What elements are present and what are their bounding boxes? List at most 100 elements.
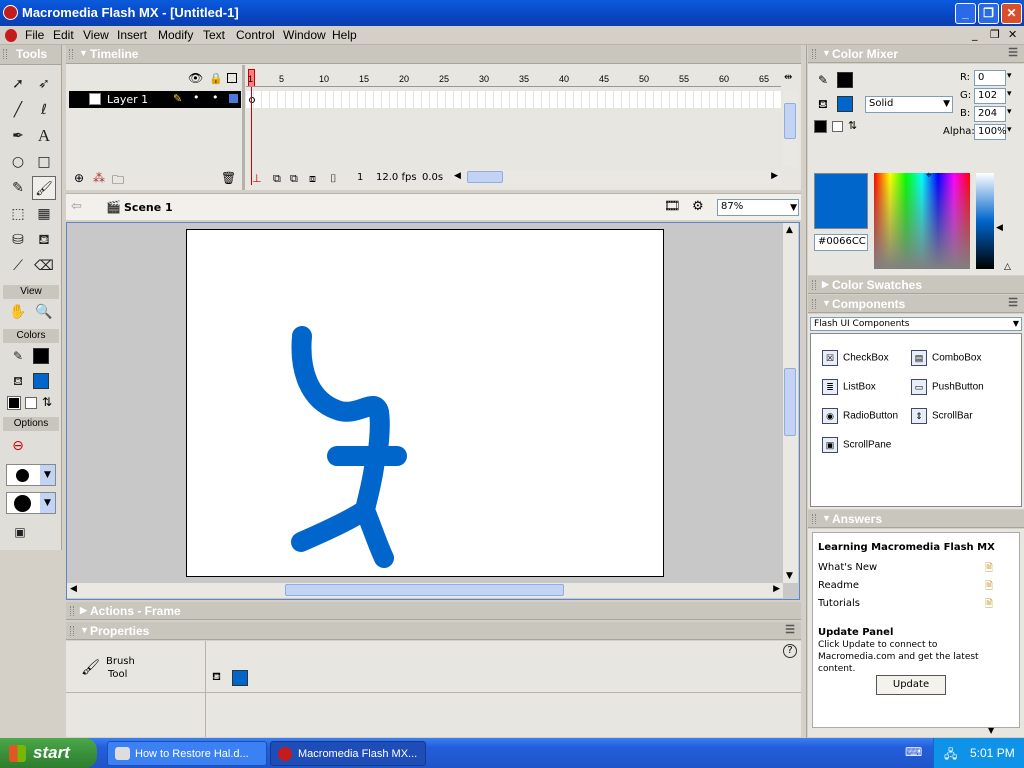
free-transform-icon[interactable]: ⬚ <box>6 202 30 226</box>
b-stepper[interactable]: ▾ <box>1007 107 1012 117</box>
help-icon[interactable]: ? <box>783 644 797 658</box>
timeline-vscroll[interactable] <box>783 91 798 167</box>
arrow-tool-icon[interactable]: ➚ <box>6 72 30 96</box>
component-checkbox[interactable]: ☒ CheckBox <box>822 350 889 366</box>
delete-layer-icon[interactable]: 🗑 <box>221 171 236 185</box>
maximize-button[interactable]: ❐ <box>978 3 999 24</box>
color-mixer-header[interactable]: ▼ Color Mixer ☰ <box>808 45 1024 63</box>
mixer-stroke-swatch[interactable] <box>837 72 853 88</box>
edit-multiple-icon[interactable]: ⧈ <box>309 172 316 186</box>
brush-tool-icon[interactable]: 🖌 <box>32 176 56 200</box>
modify-markers-icon[interactable]: ⌷ <box>330 172 337 186</box>
whats-new-icon[interactable]: 🗎 <box>985 561 993 578</box>
menu-control[interactable]: Control <box>236 28 275 42</box>
pen-tool-icon[interactable]: ✒ <box>6 124 30 148</box>
b-input[interactable]: 204 <box>974 106 1006 122</box>
alpha-stepper[interactable]: ▾ <box>1007 125 1012 135</box>
zoom-tool-icon[interactable]: 🔍 <box>32 300 56 324</box>
brightness-arrow-icon[interactable]: ◀ <box>996 223 1003 233</box>
brush-shape-dropdown[interactable]: ▼ <box>6 492 56 514</box>
task-flash[interactable]: Macromedia Flash MX... <box>270 741 426 766</box>
component-radiobutton[interactable]: ◉ RadioButton <box>822 408 898 424</box>
answers-scroll-down-icon[interactable]: ▼ <box>988 726 994 735</box>
add-guide-layer-icon[interactable]: ⁂ <box>93 171 105 185</box>
link-tutorials[interactable]: Tutorials <box>818 598 860 609</box>
menu-edit[interactable]: Edit <box>53 28 74 42</box>
color-spectrum[interactable] <box>874 173 970 269</box>
stage-vscroll[interactable]: ▲ ▼ <box>783 223 798 583</box>
update-button[interactable]: Update <box>876 675 946 695</box>
menu-view[interactable]: View <box>83 28 109 42</box>
color-swatches-header[interactable]: ▶ Color Swatches <box>808 276 1024 294</box>
document-icon[interactable] <box>5 29 17 42</box>
stage-canvas[interactable] <box>186 229 664 577</box>
stroke-color-swatch[interactable] <box>33 348 49 364</box>
edit-symbols-icon[interactable]: ⚙ <box>692 199 704 214</box>
back-arrow-icon[interactable]: ⇦ <box>71 199 82 214</box>
black-white-icon[interactable] <box>7 396 21 410</box>
eraser-icon[interactable]: ⌫ <box>32 254 56 278</box>
mixer-fill-swatch[interactable] <box>837 96 853 112</box>
timeline-hscroll[interactable]: ◀ ▶ <box>451 170 781 185</box>
link-whats-new[interactable]: What's New <box>818 562 877 573</box>
line-tool-icon[interactable]: ╱ <box>6 98 30 122</box>
zoom-select[interactable]: 87% ▼ <box>717 199 799 216</box>
timeline-header[interactable]: ▼ Timeline <box>66 45 801 64</box>
eyedropper-icon[interactable]: ⟋ <box>6 254 30 278</box>
prop-fill-swatch[interactable] <box>232 670 248 686</box>
readme-icon[interactable]: 🗎 <box>985 579 993 596</box>
doc-minimize-button[interactable]: _ <box>972 28 978 41</box>
rectangle-tool-icon[interactable]: □ <box>32 150 56 174</box>
keyboard-icon[interactable]: ⌨ <box>905 745 922 759</box>
no-color-icon[interactable] <box>25 397 37 409</box>
timeline-menu-icon[interactable]: ⇹ <box>784 72 792 83</box>
brightness-slider[interactable] <box>976 173 994 269</box>
mixer-no-color-icon[interactable] <box>832 121 843 132</box>
components-menu-icon[interactable]: ☰ <box>1008 296 1018 309</box>
components-header[interactable]: ▼ Components ☰ <box>808 295 1024 313</box>
oval-tool-icon[interactable]: ○ <box>6 150 30 174</box>
frame-row[interactable] <box>246 91 781 108</box>
stage-workarea[interactable]: ▲ ▼ ◀ ▶ <box>66 222 800 600</box>
subselect-tool-icon[interactable]: ➶ <box>32 72 56 96</box>
actions-panel-header[interactable]: ▶ Actions - Frame <box>66 602 801 620</box>
brush-size-dropdown[interactable]: ▼ <box>6 464 56 486</box>
r-input[interactable]: 0 <box>974 70 1006 86</box>
fill-color-swatch[interactable] <box>33 373 49 389</box>
collapse-mixer-icon[interactable]: △ <box>1004 262 1011 272</box>
color-mixer-menu-icon[interactable]: ☰ <box>1008 46 1018 59</box>
text-tool-icon[interactable]: A <box>32 124 56 148</box>
component-listbox[interactable]: ≣ ListBox <box>822 379 876 395</box>
start-button[interactable]: start <box>0 738 97 768</box>
menu-modify[interactable]: Modify <box>158 28 193 42</box>
doc-restore-button[interactable]: ❐ <box>990 28 1000 41</box>
pencil-tool-icon[interactable]: ✎ <box>6 176 30 200</box>
mixer-black-white-icon[interactable] <box>814 120 827 133</box>
brush-mode-icon[interactable]: ⊖ <box>6 434 30 458</box>
menu-help[interactable]: Help <box>332 28 357 42</box>
onion-skin-icon[interactable]: ⧉ <box>273 172 281 186</box>
answers-header[interactable]: ▼ Answers <box>808 510 1024 528</box>
mixer-swap-icon[interactable]: ⇅ <box>848 119 857 132</box>
fill-transform-icon[interactable]: ▦ <box>32 202 56 226</box>
component-set-select[interactable]: Flash UI Components ▼ <box>810 317 1022 331</box>
ink-bottle-icon[interactable]: ⛁ <box>6 228 30 252</box>
g-input[interactable]: 102 <box>974 88 1006 104</box>
eye-icon[interactable]: 👁 <box>188 71 203 85</box>
lock-fill-icon[interactable]: ▣ <box>8 520 32 544</box>
hand-tool-icon[interactable]: ✋ <box>6 300 30 324</box>
alpha-input[interactable]: 100% <box>974 124 1007 140</box>
g-stepper[interactable]: ▾ <box>1007 89 1012 99</box>
menu-text[interactable]: Text <box>203 28 225 42</box>
component-combobox[interactable]: ▤ ComboBox <box>911 350 981 366</box>
r-stepper[interactable]: ▾ <box>1007 71 1012 81</box>
brush-stroke-drawing[interactable] <box>187 230 665 578</box>
outline-icon[interactable] <box>227 73 237 83</box>
menu-window[interactable]: Window <box>283 28 326 42</box>
network-icon[interactable]: 🖧 <box>944 745 957 766</box>
component-scrollbar[interactable]: ⇕ ScrollBar <box>911 408 973 424</box>
menu-insert[interactable]: Insert <box>117 28 147 42</box>
paint-bucket-icon[interactable]: ⛾ <box>32 228 56 252</box>
doc-close-button[interactable]: ✕ <box>1008 28 1017 41</box>
link-readme[interactable]: Readme <box>818 580 859 591</box>
